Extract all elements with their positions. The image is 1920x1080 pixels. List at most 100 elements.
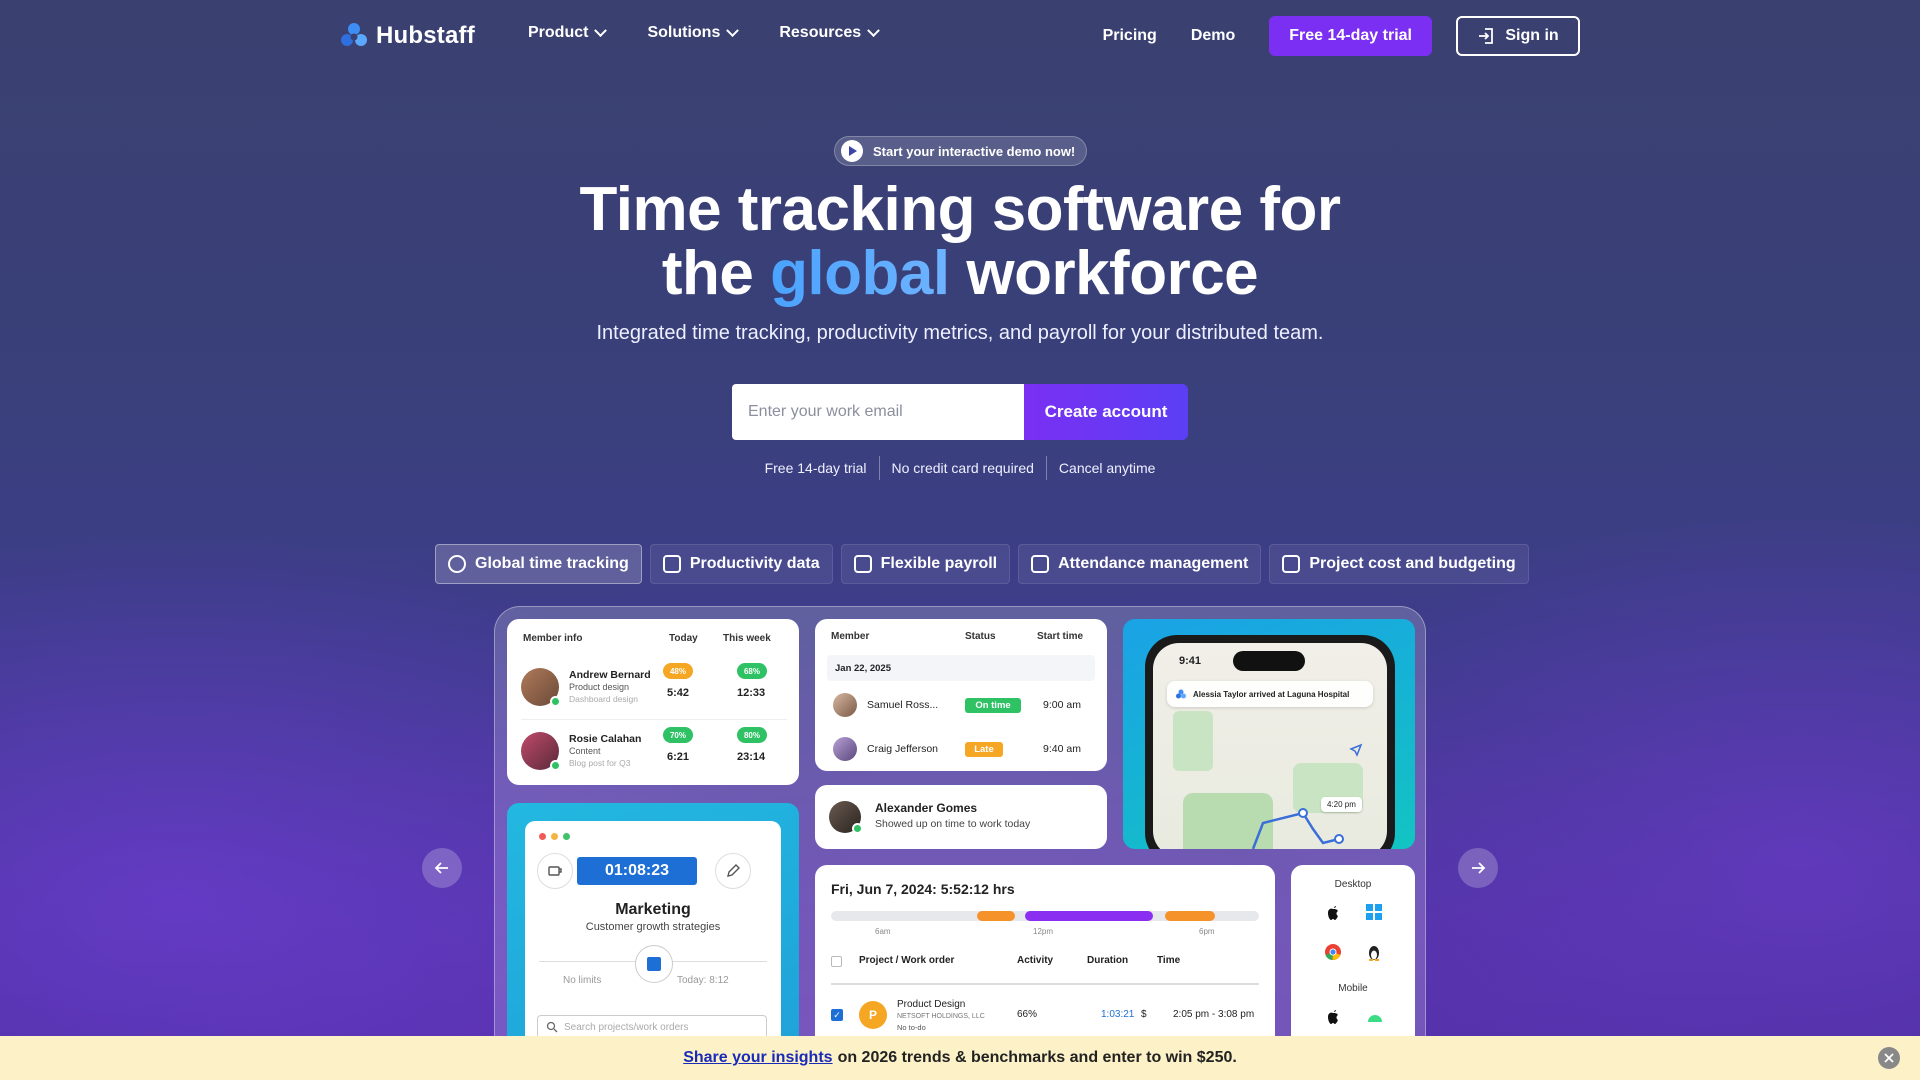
product-showcase: Member info Today This week Andrew Berna…	[494, 606, 1426, 1080]
tab-label: Attendance management	[1058, 555, 1249, 572]
maximize-dot	[563, 833, 570, 840]
tab-global-time-tracking[interactable]: Global time tracking	[435, 544, 642, 584]
chevron-down-icon	[594, 23, 608, 37]
perk-no-card: No credit card required	[878, 456, 1046, 480]
coffee-icon	[548, 866, 562, 876]
play-icon	[841, 140, 863, 162]
today-time: 5:42	[667, 687, 690, 699]
edit-icon	[727, 864, 740, 877]
row-checkbox[interactable]: ✓	[831, 1009, 843, 1021]
timeline-segment	[1025, 911, 1153, 921]
timeline-title: Fri, Jun 7, 2024: 5:52:12 hrs	[831, 881, 1015, 897]
members-card: Member info Today This week Andrew Berna…	[507, 619, 799, 785]
promo-banner: Share your insights on 2026 trends & ben…	[0, 1036, 1920, 1080]
hubstaff-logo-icon	[341, 23, 367, 46]
chrome-icon[interactable]	[1324, 943, 1342, 961]
today-time: 6:21	[667, 751, 690, 763]
avatar	[521, 668, 561, 707]
timer-project: Marketing	[615, 901, 691, 918]
select-all-checkbox[interactable]	[831, 956, 842, 967]
mobile-label: Mobile	[1338, 983, 1368, 994]
nav-pricing-link[interactable]: Pricing	[1103, 27, 1157, 45]
chevron-down-icon	[867, 23, 881, 37]
members-header: Member info Today This week	[507, 619, 799, 644]
wallet-icon	[853, 555, 872, 573]
tick-label: 6pm	[1199, 927, 1215, 936]
nav-product[interactable]: Product	[528, 23, 608, 42]
nav-solutions-label: Solutions	[647, 24, 721, 41]
search-icon	[546, 1021, 558, 1033]
hubstaff-logo[interactable]: Hubstaff	[338, 20, 475, 52]
tab-flexible-payroll[interactable]: Flexible payroll	[840, 544, 1011, 584]
tab-label: Productivity data	[689, 555, 820, 572]
logo-text: Hubstaff	[376, 22, 475, 49]
free-trial-button[interactable]: Free 14-day trial	[1269, 16, 1432, 56]
avatar	[833, 737, 857, 761]
billable-indicator: $	[1141, 1009, 1147, 1020]
timer-display: 01:08:23	[577, 857, 697, 885]
notification-message: Showed up on time to work today	[875, 818, 1031, 830]
sign-in-label: Sign in	[1505, 27, 1559, 44]
phone-frame: 9:41 Alessia Taylor arrived at Laguna Ho…	[1145, 635, 1395, 849]
carousel-next-button[interactable]	[1458, 848, 1498, 888]
member-row: Andrew Bernard Product design Dashboard …	[521, 659, 787, 715]
apple-icon[interactable]	[1325, 1007, 1341, 1025]
headline-global: global	[770, 239, 950, 308]
time-range: 2:05 pm - 3:08 pm	[1173, 1009, 1255, 1020]
divider	[831, 983, 1259, 985]
attendance-card: Member Status Start time Jan 22, 2025 Sa…	[815, 619, 1107, 771]
carousel-prev-button[interactable]	[422, 848, 462, 888]
nav-resources[interactable]: Resources	[779, 23, 881, 42]
hero-subhead: Integrated time tracking, productivity m…	[596, 322, 1324, 344]
nav-solutions[interactable]: Solutions	[647, 23, 740, 42]
col-member-info: Member info	[523, 633, 583, 644]
tab-project-cost[interactable]: Project cost and budgeting	[1269, 544, 1529, 584]
hero-headline: Time tracking software for the global wo…	[0, 178, 1920, 306]
nav-product-label: Product	[528, 24, 589, 41]
interactive-demo-pill[interactable]: Start your interactive demo now!	[834, 136, 1088, 166]
chevron-down-icon	[726, 23, 740, 37]
desktop-label: Desktop	[1334, 879, 1372, 890]
attendance-date: Jan 22, 2025	[827, 655, 1095, 681]
member-task: Dashboard design	[569, 694, 638, 704]
attendance-member: Craig Jefferson	[867, 743, 939, 755]
windows-icon[interactable]	[1365, 903, 1383, 921]
sign-in-button[interactable]: Sign in	[1456, 16, 1580, 56]
apple-icon[interactable]	[1325, 903, 1341, 921]
col-today: Today	[669, 633, 698, 644]
col-this-week: This week	[723, 633, 771, 644]
tick-label: 6am	[875, 927, 891, 936]
tab-attendance-management[interactable]: Attendance management	[1018, 544, 1262, 584]
linux-icon[interactable]	[1366, 943, 1382, 961]
timer-task: Customer growth strategies	[585, 921, 721, 933]
stop-icon	[647, 957, 661, 971]
duration-value[interactable]: 1:03:21	[1101, 1009, 1134, 1020]
feature-tabs: Global time tracking Productivity data F…	[435, 544, 1529, 584]
divider	[521, 719, 787, 720]
member-task: Blog post for Q3	[569, 758, 631, 768]
online-indicator	[550, 760, 561, 771]
start-time: 9:40 am	[1043, 743, 1081, 755]
tab-productivity-data[interactable]: Productivity data	[649, 544, 833, 584]
coffee-break-button[interactable]	[537, 853, 573, 889]
member-role: Product design	[569, 682, 630, 692]
timeline-track	[831, 911, 1259, 921]
android-icon[interactable]	[1366, 1009, 1384, 1023]
week-activity-badge: 80%	[737, 727, 767, 743]
member-name: Andrew Bernard	[569, 669, 651, 681]
create-account-button[interactable]: Create account	[1024, 384, 1188, 440]
limit-left: No limits	[563, 975, 602, 986]
col-duration: Duration	[1087, 955, 1129, 966]
nav-menu: Product Solutions Resources	[528, 23, 881, 42]
attendance-row: Samuel Ross... On time 9:00 am	[833, 691, 1093, 719]
share-insights-link[interactable]: Share your insights	[683, 1049, 832, 1067]
close-banner-button[interactable]	[1878, 1047, 1900, 1069]
status-badge: On time	[965, 697, 1021, 713]
limit-right: Today: 8:12	[677, 975, 729, 986]
nav-demo-link[interactable]: Demo	[1191, 27, 1235, 45]
close-icon	[1884, 1053, 1894, 1063]
stop-timer-button[interactable]	[635, 945, 673, 983]
work-email-input[interactable]	[732, 384, 1024, 440]
edit-time-button[interactable]	[715, 853, 751, 889]
stopwatch-icon	[448, 555, 466, 573]
